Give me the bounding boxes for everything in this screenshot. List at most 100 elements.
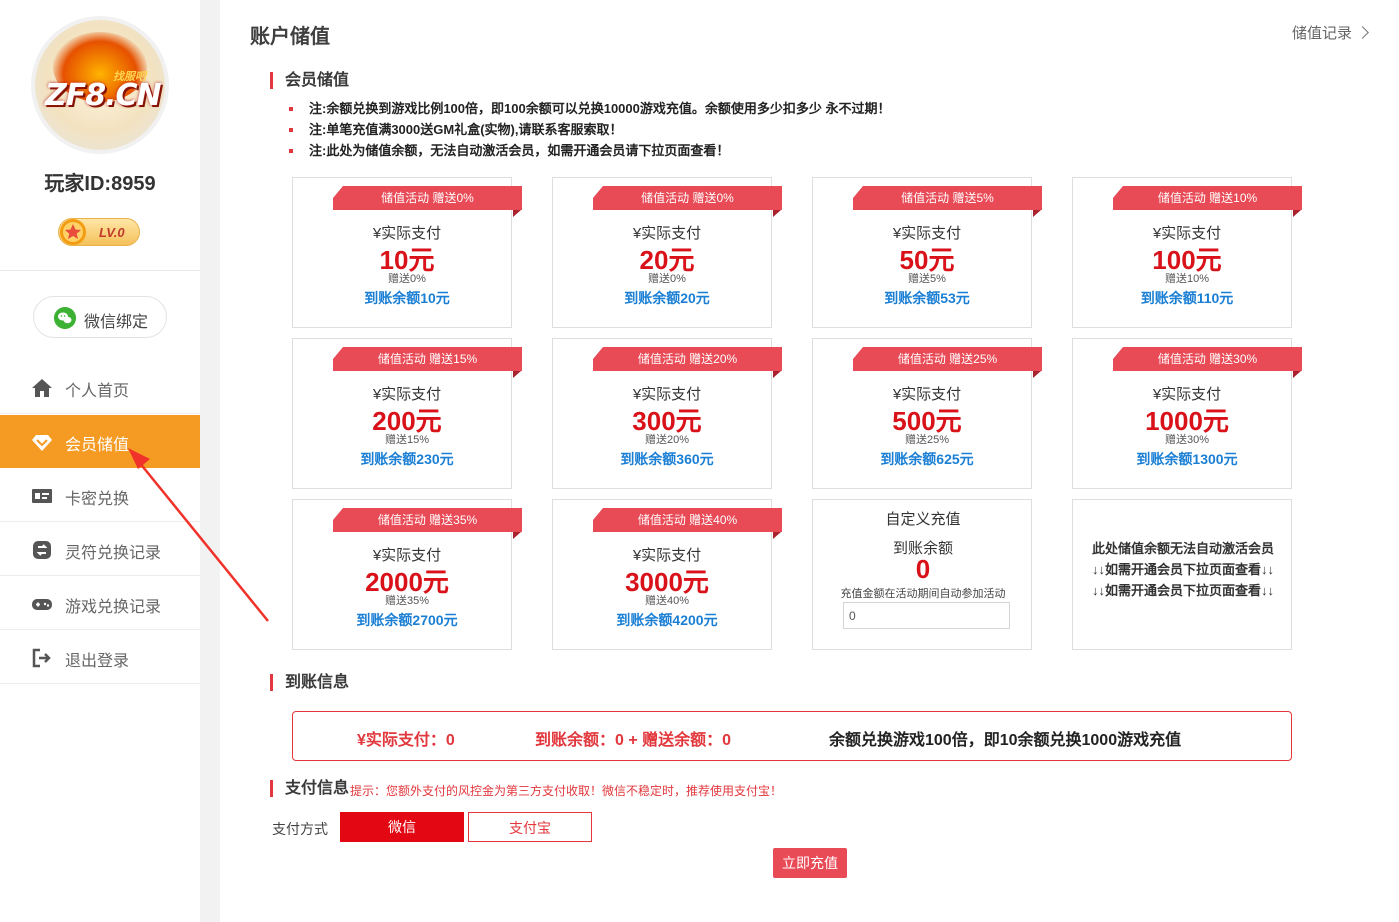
package-gift: 赠送0%	[648, 273, 686, 285]
promo-ribbon: 储值活动 赠送15%	[333, 347, 522, 371]
ribbon-fold	[513, 532, 521, 539]
logo-text: ZF8.CN	[45, 78, 162, 113]
custom-recharge-title: 自定义充值	[885, 511, 961, 528]
promo-ribbon: 储值活动 赠送10%	[1113, 186, 1302, 210]
custom-arrive-value: 0	[915, 554, 931, 584]
ribbon-fold	[773, 371, 781, 378]
wechat-bind-button[interactable]: 微信绑定	[33, 296, 167, 338]
nav-item-talisman-records[interactable]: 灵符兑换记录	[0, 523, 200, 576]
package-gift: 赠送10%	[1164, 273, 1210, 285]
promo-ribbon: 储值活动 赠送30%	[1113, 347, 1302, 371]
gamepad-icon	[32, 599, 52, 610]
package-card[interactable]: 储值活动 赠送35% ¥实际支付 2000元 赠送35% 到账余额2700元	[292, 499, 522, 650]
nav-item-game-records[interactable]: 游戏兑换记录	[0, 577, 200, 630]
package-arrive: 到账余额360元	[620, 451, 714, 467]
note-item: 注:此处为储值余额，无法自动激活会员，如需开通会员请下拉页面查看！	[289, 140, 890, 161]
package-card[interactable]: 储值活动 赠送10% ¥实际支付 100元 赠送10% 到账余额110元	[1072, 177, 1302, 328]
ribbon-fold	[1033, 210, 1041, 217]
package-gift: 赠送0%	[388, 273, 426, 285]
alipay-button[interactable]: 支付宝	[468, 812, 592, 842]
ribbon-fold	[1293, 210, 1301, 217]
ribbon-fold	[513, 371, 521, 378]
nav-item-card-redeem[interactable]: 卡密兑换	[0, 469, 200, 522]
nav-label-talisman-records: 灵符兑换记录	[65, 545, 162, 562]
note-item: 注:余额兑换到游戏比例100倍，即100余额可以兑换10000游戏充值。余额使用…	[289, 98, 890, 119]
package-card[interactable]: 储值活动 赠送25% ¥实际支付 500元 赠送25% 到账余额625元	[812, 338, 1042, 489]
avatar: 找服吧 ZF8.CN	[35, 20, 165, 150]
star-medal-icon	[60, 219, 86, 245]
package-card[interactable]: 储值活动 赠送0% ¥实际支付 10元 赠送0% 到账余额10元	[292, 177, 522, 328]
ribbon-fold	[513, 210, 521, 217]
player-id: 玩家ID:8959	[44, 173, 156, 195]
summary-actual-pay: ¥实际支付：0	[357, 732, 455, 749]
recharge-records-label: 储值记录	[1292, 25, 1353, 42]
exchange-icon	[33, 541, 51, 559]
sidebar-divider	[0, 270, 200, 271]
nav-item-logout[interactable]: 退出登录	[0, 631, 200, 684]
custom-recharge-hint: 充值金额在活动期间自动参加活动	[840, 588, 1006, 600]
package-gift: 赠送20%	[644, 434, 690, 446]
sidebar: 找服吧 ZF8.CN 玩家ID:8959 LV.0 微信绑定 个人首页 会员储值…	[0, 0, 200, 922]
custom-amount-input[interactable]	[843, 602, 1010, 629]
wechat-pay-button[interactable]: 微信	[340, 812, 464, 842]
summary-balance: 到账余额：0 + 赠送余额：0	[535, 732, 732, 749]
promo-ribbon: 储值活动 赠送5%	[853, 186, 1042, 210]
notice-line: 此处储值余额无法自动激活会员	[1091, 541, 1274, 556]
nav-label-member-recharge: 会员储值	[65, 437, 130, 454]
package-arrive: 到账余额625元	[880, 451, 974, 467]
section-title-payment: 支付信息	[270, 780, 349, 797]
package-arrive: 到账余额2700元	[356, 612, 458, 628]
recharge-records-link[interactable]: 储值记录	[1292, 22, 1369, 43]
promo-ribbon: 储值活动 赠送35%	[333, 508, 522, 532]
package-card[interactable]: 储值活动 赠送30% ¥实际支付 1000元 赠送30% 到账余额1300元	[1072, 338, 1302, 489]
package-card[interactable]: 储值活动 赠送20% ¥实际支付 300元 赠送20% 到账余额360元	[552, 338, 782, 489]
package-gift: 赠送5%	[908, 273, 946, 285]
nav-item-home[interactable]: 个人首页	[0, 361, 200, 414]
note-item: 注:单笔充值满3000送GM礼盒(实物),请联系客服索取！	[289, 119, 890, 140]
nav-label-game-records: 游戏兑换记录	[65, 599, 162, 616]
package-arrive: 到账余额1300元	[1136, 451, 1238, 467]
page-title: 账户储值	[250, 26, 330, 48]
app-root: 找服吧 ZF8.CN 玩家ID:8959 LV.0 微信绑定 个人首页 会员储值…	[0, 0, 1399, 922]
membership-notice-card: 此处储值余额无法自动激活会员 ↓↓如需开通会员下拉页面查看↓↓ ↓↓如需开通会员…	[1072, 499, 1292, 650]
chevron-right-icon	[1356, 26, 1369, 39]
package-card[interactable]: 储值活动 赠送0% ¥实际支付 20元 赠送0% 到账余额20元	[552, 177, 782, 328]
ribbon-fold	[1293, 371, 1301, 378]
level-badge: LV.0	[58, 218, 140, 246]
notice-line: ↓↓如需开通会员下拉页面查看↓↓	[1091, 583, 1274, 598]
package-card[interactable]: 储值活动 赠送5% ¥实际支付 50元 赠送5% 到账余额53元	[812, 177, 1042, 328]
package-arrive: 到账余额10元	[364, 290, 450, 306]
nav-item-member-recharge[interactable]: 会员储值	[0, 415, 200, 468]
package-gift: 赠送30%	[1164, 434, 1210, 446]
package-arrive: 到账余额20元	[624, 290, 710, 306]
promo-ribbon: 储值活动 赠送0%	[333, 186, 522, 210]
package-card[interactable]: 储值活动 赠送40% ¥实际支付 3000元 赠送40% 到账余额4200元	[552, 499, 782, 650]
section-title-member-recharge: 会员储值	[270, 72, 349, 89]
package-arrive: 到账余额230元	[360, 451, 454, 467]
package-arrive: 到账余额110元	[1140, 290, 1234, 306]
sidebar-gutter	[200, 0, 220, 922]
ribbon-fold	[773, 210, 781, 217]
ribbon-fold	[773, 532, 781, 539]
package-arrive: 到账余额53元	[884, 290, 970, 306]
notice-line: ↓↓如需开通会员下拉页面查看↓↓	[1091, 562, 1274, 577]
diamond-icon	[32, 435, 52, 451]
promo-ribbon: 储值活动 赠送20%	[593, 347, 782, 371]
package-gift: 赠送15%	[384, 434, 430, 446]
wechat-bind-label: 微信绑定	[84, 314, 149, 331]
logout-icon	[32, 648, 51, 668]
summary-ratio: 余额兑换游戏100倍，即10余额兑换1000游戏充值	[829, 732, 1182, 749]
recharge-now-button[interactable]: 立即充值	[773, 848, 847, 878]
payment-hint: 提示：您额外支付的风控金为第三方支付收取！微信不稳定时，推荐使用支付宝！	[350, 784, 783, 798]
custom-recharge-card[interactable]: 自定义充值 到账余额 0 充值金额在活动期间自动参加活动	[812, 499, 1032, 650]
home-icon	[32, 379, 52, 397]
package-gift: 赠送25%	[904, 434, 950, 446]
promo-ribbon: 储值活动 赠送0%	[593, 186, 782, 210]
nav-label-card-redeem: 卡密兑换	[65, 491, 130, 508]
package-card[interactable]: 储值活动 赠送15% ¥实际支付 200元 赠送15% 到账余额230元	[292, 338, 522, 489]
package-gift: 赠送40%	[644, 595, 690, 607]
level-text: LV.0	[99, 225, 125, 240]
promo-ribbon: 储值活动 赠送25%	[853, 347, 1042, 371]
card-icon	[32, 489, 52, 503]
package-gift: 赠送35%	[384, 595, 430, 607]
